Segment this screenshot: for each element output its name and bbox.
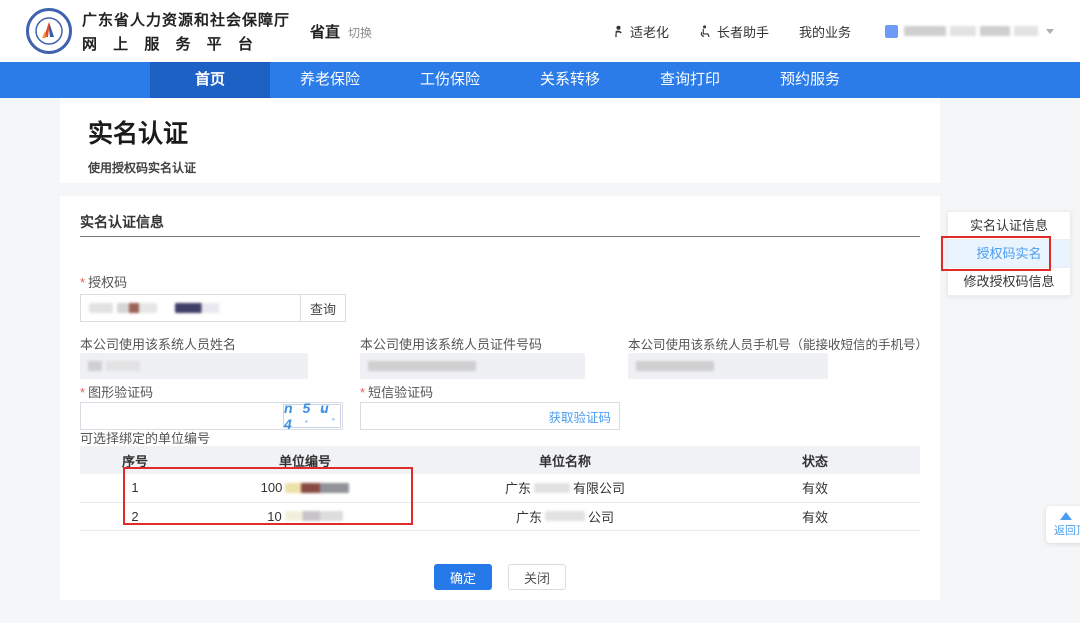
unit-table-header-row: 序号 单位编号 单位名称 状态 (80, 446, 920, 474)
person-phone-input (628, 353, 828, 379)
realname-form-card: 实名认证信息 *授权码 查询 本公司使用该系统人员姓名 本公司使用该系统人员证件… (60, 196, 940, 600)
side-anchor-menu: 实名认证信息 授权码实名 修改授权码信息 (947, 211, 1071, 296)
user-account-menu[interactable] (885, 25, 1054, 38)
unit-no-redacted (285, 511, 343, 521)
gov-logo-icon (26, 8, 72, 54)
captcha-image[interactable]: n 5 u 4 (283, 404, 341, 428)
tab-appointment[interactable]: 预约服务 (750, 62, 870, 98)
unit-name-redacted (545, 511, 585, 521)
realname-auth-page: 广东省人力资源和社会保障厅 网 上 服 务 平 台 省直 切换 适老化 长者助手… (0, 0, 1080, 623)
elder-helper-label: 长者助手 (717, 22, 769, 41)
table-row[interactable]: 1 100 广东有限公司 有效 (80, 474, 920, 502)
tab-pension-insurance[interactable]: 养老保险 (270, 62, 390, 98)
main-nav: 首页 养老保险 工伤保险 关系转移 查询打印 预约服务 (0, 62, 1080, 98)
sms-code-input[interactable]: 获取验证码 (360, 402, 620, 430)
org-name-line1: 广东省人力资源和社会保障厅 (82, 9, 290, 30)
side-item-realname-info[interactable]: 实名认证信息 (947, 211, 1071, 240)
person-phone-label: 本公司使用该系统人员手机号（能接收短信的手机号） (628, 334, 928, 353)
sms-code-label: *短信验证码 (360, 382, 433, 401)
org-name-line2: 网 上 服 务 平 台 (82, 33, 290, 54)
cell-index: 1 (80, 474, 190, 502)
user-name-redacted (1014, 26, 1038, 36)
person-id-input (360, 353, 585, 379)
tab-injury-insurance[interactable]: 工伤保险 (390, 62, 510, 98)
region-switcher: 省直 切换 (310, 21, 372, 42)
org-title: 广东省人力资源和社会保障厅 网 上 服 务 平 台 (82, 9, 290, 54)
elder-helper-link[interactable]: 长者助手 (699, 22, 769, 41)
auth-code-label: *授权码 (80, 272, 127, 291)
person-phone-value-redacted (636, 361, 714, 371)
table-row[interactable]: 2 10 广东公司 有效 (80, 502, 920, 530)
unit-table: 序号 单位编号 单位名称 状态 1 100 广东有限公司 有效 (80, 446, 920, 531)
get-sms-code-link[interactable]: 获取验证码 (548, 407, 611, 426)
required-asterisk: * (80, 385, 85, 400)
accessibility-mode-label: 适老化 (630, 22, 669, 41)
captcha-label: *图形验证码 (80, 382, 153, 401)
cell-status: 有效 (710, 474, 920, 502)
required-asterisk: * (80, 275, 85, 290)
col-header-index: 序号 (80, 446, 190, 474)
region-switch-link[interactable]: 切换 (348, 24, 372, 41)
side-item-authcode-realname[interactable]: 授权码实名 (947, 239, 1071, 268)
cell-unit-no: 10 (190, 502, 420, 530)
required-asterisk: * (360, 385, 365, 400)
unit-name-redacted (534, 483, 570, 493)
unit-table-caption: 可选择绑定的单位编号 (80, 428, 210, 447)
close-button[interactable]: 关闭 (508, 564, 566, 590)
person-name-input (80, 353, 308, 379)
page-title-block: 实名认证 使用授权码实名认证 (60, 98, 940, 183)
tab-home[interactable]: 首页 (150, 62, 270, 98)
cell-unit-name: 广东公司 (420, 502, 710, 530)
back-to-top-label: 返回顶部 (1054, 522, 1080, 538)
auth-code-value-redacted (89, 303, 113, 313)
cell-index: 2 (80, 502, 190, 530)
captcha-input[interactable]: n 5 u 4 (80, 402, 343, 430)
wheelchair-icon (699, 25, 712, 38)
cell-status: 有效 (710, 502, 920, 530)
unit-no-redacted (285, 483, 349, 493)
chevron-down-icon (1046, 29, 1054, 34)
page-title: 实名认证 (88, 114, 940, 150)
tab-relation-transfer[interactable]: 关系转移 (510, 62, 630, 98)
section-divider (80, 236, 920, 237)
cell-unit-no: 100 (190, 474, 420, 502)
query-button[interactable]: 查询 (300, 294, 346, 322)
my-business-label: 我的业务 (799, 22, 851, 41)
auth-code-value-redacted (175, 303, 219, 313)
person-name-value-redacted (88, 361, 102, 371)
arrow-up-icon (1060, 512, 1072, 520)
site-header: 广东省人力资源和社会保障厅 网 上 服 务 平 台 省直 切换 适老化 长者助手… (0, 0, 1080, 62)
side-item-modify-authcode[interactable]: 修改授权码信息 (947, 267, 1071, 296)
person-id-label: 本公司使用该系统人员证件号码 (360, 334, 542, 353)
tab-query-print[interactable]: 查询打印 (630, 62, 750, 98)
col-header-status: 状态 (710, 446, 920, 474)
form-actions: 确定 关闭 (60, 564, 940, 590)
user-avatar (885, 25, 898, 38)
user-name-redacted (980, 26, 1010, 36)
accessibility-mode-link[interactable]: 适老化 (612, 22, 669, 41)
user-name-redacted (950, 26, 976, 36)
my-business-link[interactable]: 我的业务 (799, 22, 851, 41)
region-label: 省直 (310, 21, 340, 42)
col-header-unit-name: 单位名称 (420, 446, 710, 474)
col-header-unit-no: 单位编号 (190, 446, 420, 474)
cell-unit-name: 广东有限公司 (420, 474, 710, 502)
person-id-value-redacted (368, 361, 476, 371)
back-to-top-button[interactable]: 返回顶部 (1046, 506, 1080, 543)
user-name-redacted (904, 26, 946, 36)
person-name-value-redacted (106, 361, 140, 371)
auth-code-input[interactable] (80, 294, 300, 322)
confirm-button[interactable]: 确定 (434, 564, 492, 590)
page-subtitle: 使用授权码实名认证 (88, 159, 940, 176)
section-title: 实名认证信息 (80, 212, 164, 232)
auth-code-value-redacted (117, 303, 157, 313)
elderly-mode-icon (612, 25, 625, 38)
person-name-label: 本公司使用该系统人员姓名 (80, 334, 236, 353)
